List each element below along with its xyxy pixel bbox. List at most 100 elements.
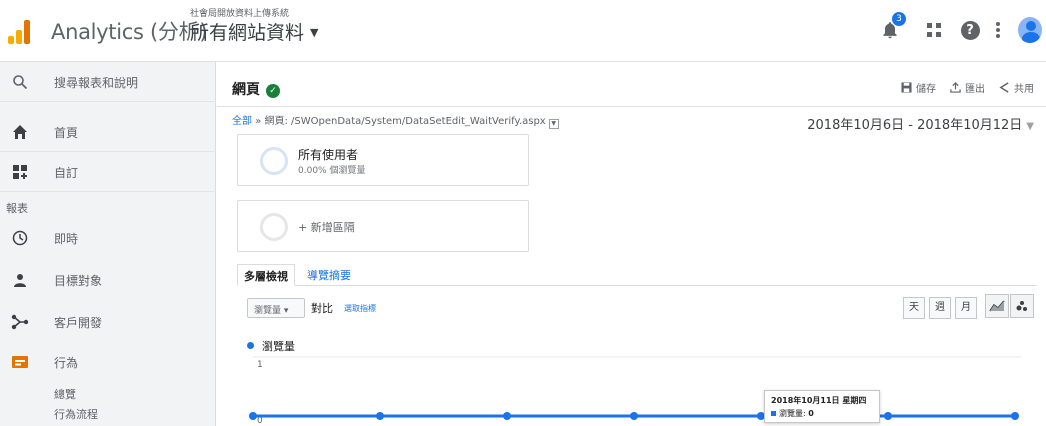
period-month-button[interactable]: 月 (955, 297, 977, 319)
segment-name: 所有使用者 (298, 148, 359, 162)
breadcrumb-page: 網頁: /SWOpenData/System/DataSetEdit_WaitV… (264, 116, 546, 127)
search-icon (10, 72, 30, 92)
line-chart-button[interactable] (985, 294, 1009, 318)
export-label: 匯出 (965, 84, 985, 95)
verified-check-icon: ✓ (266, 84, 280, 98)
apps-button[interactable] (922, 18, 946, 42)
person-icon (10, 270, 30, 290)
select-metric-link[interactable]: 選取指標 (344, 303, 376, 314)
divider (217, 106, 1046, 107)
save-label: 儲存 (916, 84, 936, 95)
data-point[interactable] (503, 412, 511, 420)
share-icon (999, 82, 1009, 93)
help-icon: ? (960, 20, 980, 40)
page-title: 網頁 (232, 82, 260, 98)
sidebar-item-audience[interactable]: 目標對象 (0, 260, 216, 300)
sidebar-item-label: 即時 (54, 232, 79, 246)
legend-label: 瀏覽量 (262, 340, 295, 353)
tooltip-swatch-icon (771, 411, 776, 416)
motion-chart-button[interactable] (1010, 294, 1034, 318)
data-point[interactable] (1011, 412, 1019, 420)
sidebar-item-acquisition[interactable]: 客戶開發 (0, 302, 216, 342)
breadcrumb: 全部 » 網頁: /SWOpenData/System/DataSetEdit_… (232, 112, 559, 129)
legend-dot-icon (247, 342, 254, 349)
floppy-icon (901, 82, 912, 93)
home-icon (10, 122, 30, 142)
acquisition-icon (10, 312, 30, 332)
tab-explorer[interactable]: 多層檢視 (237, 264, 295, 286)
sidebar-item-label: 客戶開發 (54, 316, 103, 330)
date-range-picker[interactable]: 2018年10月6日 - 2018年10月12日 ▼ (807, 114, 1034, 133)
metric-select-value: 瀏覽量 (254, 306, 282, 316)
segment-ring-icon (260, 213, 288, 241)
reports-section-label: 報表 (6, 202, 28, 215)
analytics-logo-icon[interactable] (8, 20, 32, 44)
notification-badge: 3 (892, 12, 906, 26)
search-input[interactable]: 搜尋報表和說明 (54, 74, 138, 91)
app-name: Analytics (分析) (51, 20, 208, 44)
share-label: 共用 (1014, 84, 1034, 95)
view-name: 所有網站資料 (190, 22, 305, 44)
sidebar: 搜尋報表和說明 首頁 自訂 報表 即時 目標對象 客戶開發 行為 總覽 行為流程 (0, 62, 216, 426)
segment-share: 0.00% 個瀏覽量 (298, 166, 366, 176)
behavior-icon (10, 352, 30, 372)
sidebar-item-realtime[interactable]: 即時 (0, 218, 216, 258)
clock-icon (10, 228, 30, 248)
tab-navigation-summary[interactable]: 導覽摘要 (301, 264, 357, 286)
report-actions: 儲存 匯出 共用 (901, 80, 1034, 95)
sidebar-item-label: 首頁 (54, 126, 79, 140)
line-chart-icon (989, 300, 1005, 312)
more-vert-icon (996, 22, 1000, 38)
breadcrumb-dropdown-icon[interactable]: ▼ (548, 119, 559, 129)
versus-label: 對比 (311, 302, 333, 315)
chart-legend: 瀏覽量 (247, 338, 295, 354)
sidebar-item-behavior[interactable]: 行為 (0, 342, 216, 382)
export-button[interactable]: 匯出 (950, 80, 985, 95)
data-point[interactable] (630, 412, 638, 420)
caret-down-icon: ▼ (1026, 121, 1034, 132)
chart-tooltip: 2018年10月11日 星期四 瀏覽量: 0 (764, 390, 880, 423)
help-button[interactable]: ? (958, 18, 982, 42)
sidebar-subitem-flow[interactable]: 行為流程 (54, 406, 98, 422)
sidebar-search[interactable]: 搜尋報表和說明 (0, 62, 216, 102)
segment-ring-icon (260, 147, 288, 175)
account-name: 社會局開放資料上傳系統 (190, 9, 290, 19)
add-segment-button[interactable]: + 新增區隔 (237, 200, 529, 252)
report-tabs: 多層檢視 導覽摘要 (237, 264, 1037, 286)
apps-grid-icon (927, 23, 941, 37)
sidebar-subitem-overview[interactable]: 總覽 (54, 386, 76, 402)
sidebar-item-label: 自訂 (54, 166, 79, 180)
more-menu-button[interactable] (986, 18, 1010, 42)
save-button[interactable]: 儲存 (901, 80, 936, 95)
date-range-text: 2018年10月6日 - 2018年10月12日 (807, 118, 1023, 133)
sidebar-item-label: 行為 (54, 356, 79, 370)
y-tick-label: 0 (257, 416, 263, 426)
period-day-button[interactable]: 天 (903, 297, 925, 319)
data-point[interactable] (376, 412, 384, 420)
share-button[interactable]: 共用 (999, 80, 1034, 95)
bubble-chart-icon (1016, 301, 1027, 311)
caret-down-icon: ▾ (283, 306, 289, 316)
sidebar-item-home[interactable]: 首頁 (0, 112, 216, 152)
sidebar-item-custom[interactable]: 自訂 (0, 152, 216, 192)
breadcrumb-separator: » (255, 116, 262, 127)
notifications-button[interactable]: 3 (878, 12, 906, 42)
metric-select[interactable]: 瀏覽量 ▾ (247, 298, 305, 318)
tooltip-label: 瀏覽量 (779, 409, 803, 418)
data-point[interactable] (249, 412, 257, 420)
y-tick-label: 1 (257, 360, 263, 370)
segment-all-users[interactable]: 所有使用者 0.00% 個瀏覽量 (237, 134, 529, 186)
period-week-button[interactable]: 週 (929, 297, 951, 319)
main-content: 網頁 ✓ 儲存 匯出 共用 全部 » 網頁: /SWOpenData/System… (217, 62, 1046, 426)
tooltip-date: 2018年10月11日 星期四 (771, 396, 867, 405)
tooltip-value: 0 (808, 409, 814, 418)
caret-down-icon: ▼ (310, 26, 319, 39)
add-segment-label: + 新增區隔 (298, 221, 355, 234)
data-point[interactable] (884, 412, 892, 420)
avatar (1018, 17, 1042, 43)
breadcrumb-all-link[interactable]: 全部 (232, 116, 252, 127)
property-selector[interactable]: 社會局開放資料上傳系統 所有網站資料 ▼ (190, 9, 318, 46)
sidebar-item-label: 目標對象 (54, 274, 103, 288)
account-button[interactable] (1018, 17, 1042, 43)
export-icon (950, 82, 961, 93)
